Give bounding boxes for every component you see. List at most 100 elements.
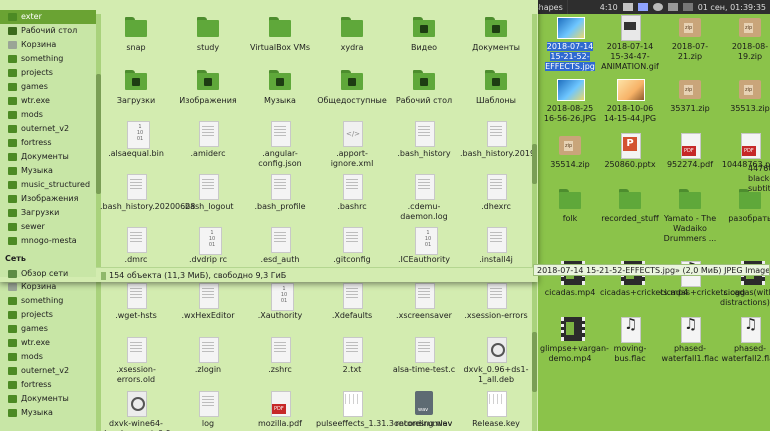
desktop-item[interactable]: phased-waterfall2.flac bbox=[720, 316, 770, 364]
flag-icon[interactable] bbox=[622, 3, 633, 11]
file-item[interactable]: study bbox=[172, 14, 244, 53]
file-item[interactable]: .xsession-errors.old bbox=[100, 336, 172, 385]
desktop-item[interactable]: 35514.zip bbox=[540, 132, 600, 170]
desktop-item[interactable]: glimpse+vargan-demo.mp4 bbox=[540, 316, 609, 364]
desktop-item[interactable]: moving-bus.flac bbox=[600, 316, 660, 364]
file-item[interactable]: VirtualBox VMs bbox=[244, 14, 316, 53]
file-item[interactable]: .dmrc bbox=[100, 226, 172, 265]
resize-grip-icon[interactable] bbox=[101, 271, 106, 280]
file-item[interactable]: 2.txt bbox=[316, 336, 388, 375]
file-item[interactable]: pulseeffects_1.31.3ontoresrumlev bbox=[316, 390, 452, 429]
file-item[interactable]: .install4j bbox=[460, 226, 532, 265]
desktop-item[interactable]: 2018-07-14 15-21-52-EFFECTS.jpg bbox=[540, 14, 600, 72]
sidebar-item[interactable]: wtr.exe bbox=[0, 94, 96, 108]
file-item[interactable]: .apport-ignore.xml bbox=[316, 120, 388, 169]
sidebar-item[interactable]: Корзина bbox=[0, 280, 96, 294]
file-item[interactable]: .gitconfig bbox=[316, 226, 388, 265]
sidebar-item[interactable]: mods bbox=[0, 350, 96, 364]
desktop-item[interactable]: phased-waterfall1.flac bbox=[660, 316, 720, 364]
network-icon[interactable] bbox=[652, 3, 663, 11]
file-item[interactable]: Рабочий стол bbox=[388, 67, 460, 106]
clock[interactable]: 01 сен, 01:39:35 bbox=[698, 3, 766, 12]
sidebar-item[interactable]: fortress bbox=[0, 136, 96, 150]
sidebar-item[interactable]: sewer bbox=[0, 220, 96, 234]
file-item[interactable]: .Xauthority bbox=[244, 282, 316, 321]
file-item[interactable]: .zlogin bbox=[172, 336, 244, 375]
file-item[interactable]: .bash_history.20190107 bbox=[460, 120, 532, 159]
sidebar-item[interactable]: projects bbox=[0, 66, 96, 80]
file-item[interactable]: alsa-time-test.c bbox=[388, 336, 460, 375]
file-grid-scrollbar[interactable] bbox=[532, 14, 537, 267]
sidebar-item[interactable]: games bbox=[0, 322, 96, 336]
file-item[interactable]: .dhexrc bbox=[460, 173, 532, 212]
file-item[interactable]: .xscreensaver bbox=[388, 282, 460, 321]
file-item[interactable]: Шаблоны bbox=[460, 67, 532, 106]
desktop-item[interactable]: 2018-07-21.zip bbox=[660, 14, 720, 62]
file-manager-window-front[interactable]: exter Рабочий стол Корзина something project… bbox=[0, 0, 538, 282]
file-item[interactable]: Музыка bbox=[244, 67, 316, 106]
desktop-item[interactable]: 2018-07-14 15-34-47-ANIMATION.gif bbox=[600, 14, 660, 72]
sidebar-item[interactable]: games bbox=[0, 80, 96, 94]
file-item[interactable]: .bashrc bbox=[316, 173, 388, 212]
desktop-item[interactable]: 952274.pdf bbox=[660, 132, 720, 170]
sidebar-item-network[interactable]: Обзор сети bbox=[0, 267, 96, 281]
sidebar-item[interactable]: something bbox=[0, 294, 96, 308]
sidebar-item[interactable]: something bbox=[0, 52, 96, 66]
file-item[interactable]: log bbox=[172, 390, 244, 429]
sidebar-item[interactable]: Рабочий стол bbox=[0, 24, 96, 38]
file-item[interactable]: mozilla.pdf bbox=[244, 390, 316, 429]
file-item[interactable]: .bash_logout bbox=[172, 173, 244, 212]
file-item[interactable]: .Xdefaults bbox=[316, 282, 388, 321]
file-item[interactable]: snap bbox=[100, 14, 172, 53]
sidebar-item[interactable]: outernet_v2 bbox=[0, 122, 96, 136]
sidebar-item[interactable]: Изображения bbox=[0, 192, 96, 206]
sidebar-item[interactable]: outernet_v2 bbox=[0, 364, 96, 378]
desktop-item[interactable]: folk bbox=[540, 186, 600, 224]
desktop-item[interactable]: 35371.zip bbox=[660, 76, 720, 114]
notification-icon[interactable] bbox=[682, 3, 693, 11]
desktop-item[interactable]: recorded_stuff bbox=[600, 186, 660, 224]
file-item[interactable]: Видео bbox=[388, 14, 460, 53]
sidebar-item[interactable]: Музыка bbox=[0, 164, 96, 178]
file-item[interactable]: .wxHexEditor bbox=[172, 282, 244, 321]
sidebar-item[interactable]: music_structured bbox=[0, 178, 96, 192]
sidebar-item[interactable]: Музыка bbox=[0, 406, 96, 420]
file-item[interactable]: .dvdrip rc bbox=[172, 226, 244, 265]
sidebar-item[interactable]: exter bbox=[0, 10, 96, 24]
scroll-thumb[interactable] bbox=[532, 144, 537, 184]
file-item[interactable]: dxvk-wine64-development_0.9 bbox=[100, 390, 172, 431]
sidebar-item[interactable]: projects bbox=[0, 308, 96, 322]
desktop-item[interactable]: 2018-08-19.zip bbox=[720, 14, 770, 62]
sidebar-item[interactable]: Корзина bbox=[0, 38, 96, 52]
desktop-item[interactable]: 2018-08-25 16-56-26.JPG bbox=[540, 76, 600, 124]
desktop-item[interactable]: 35513.zip bbox=[720, 76, 770, 114]
sidebar-item[interactable]: Документы bbox=[0, 150, 96, 164]
file-item[interactable]: .cdemu-daemon.log bbox=[388, 173, 460, 222]
desktop-item[interactable]: Yamato - The Wadaiko Drummers ... bbox=[660, 186, 720, 244]
scroll-thumb[interactable] bbox=[532, 332, 537, 392]
sidebar-item[interactable]: mods bbox=[0, 108, 96, 122]
desktop-item[interactable]: 2018-10-06 14-15-44.JPG bbox=[600, 76, 660, 124]
file-item[interactable]: .ICEauthority bbox=[388, 226, 460, 265]
sidebar-item[interactable]: Загрузки bbox=[0, 206, 96, 220]
sidebar-item[interactable]: Документы bbox=[0, 392, 96, 406]
file-grid-scrollbar[interactable] bbox=[532, 272, 537, 431]
file-item[interactable]: Изображения bbox=[172, 67, 244, 106]
file-item[interactable]: .angular-config.json bbox=[244, 120, 316, 169]
file-item[interactable]: Release.key bbox=[460, 390, 532, 429]
file-item[interactable]: .esd_auth bbox=[244, 226, 316, 265]
file-item[interactable]: Общедоступные bbox=[316, 67, 388, 106]
file-item[interactable]: Загрузки bbox=[100, 67, 172, 106]
desktop-item[interactable]: 250860.pptx bbox=[600, 132, 660, 170]
file-item[interactable]: Документы bbox=[460, 14, 532, 53]
file-item[interactable]: .bash_history bbox=[388, 120, 460, 159]
file-item[interactable]: .bash_profile bbox=[244, 173, 316, 212]
file-item[interactable]: .zshrc bbox=[244, 336, 316, 375]
sidebar-item[interactable]: wtr.exe bbox=[0, 336, 96, 350]
volume-icon[interactable] bbox=[667, 3, 678, 11]
file-item[interactable]: xydra bbox=[316, 14, 388, 53]
sidebar-item[interactable]: mnogo-mesta bbox=[0, 234, 96, 248]
file-manager-window-back[interactable]: Корзина something projects games wtr.exe mods… bbox=[0, 272, 538, 431]
file-item[interactable]: recording.wav bbox=[388, 390, 460, 429]
keyboard-layout-icon[interactable] bbox=[637, 3, 648, 11]
